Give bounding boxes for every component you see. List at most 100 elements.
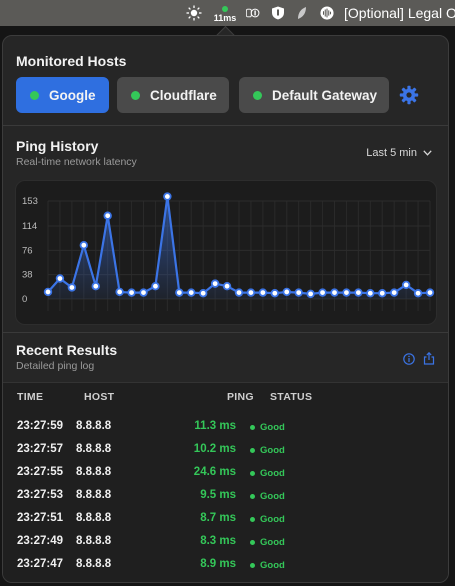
data-point [258, 288, 268, 297]
ping-chart: 153 114 76 38 0 [15, 180, 437, 325]
ping-status-item[interactable]: 11ms [210, 0, 240, 26]
host-button-google[interactable]: Google [16, 77, 109, 113]
time-range-dropdown[interactable]: Last 5 min [366, 147, 432, 159]
y-tick-label: 153 [22, 196, 38, 207]
status-dot [250, 494, 255, 499]
audio-waveform-icon[interactable] [320, 6, 334, 20]
table-row: 23:27:55 8.8.8.8 24.6 ms Good [3, 462, 448, 485]
host-status-dot [253, 90, 262, 100]
status-dot [250, 471, 255, 476]
info-icon[interactable] [403, 352, 415, 365]
column-header-ping: PING [227, 391, 254, 403]
menu-bar: 11ms [Optional] Legal O [0, 0, 455, 26]
sun-icon[interactable] [183, 0, 205, 26]
data-point [330, 288, 339, 297]
row-host: 8.8.8.8 [76, 443, 112, 455]
host-button-label: Cloudflare [150, 87, 217, 103]
status-badge: Good [250, 560, 285, 571]
data-point [425, 288, 435, 297]
recent-results-title: Recent Results [16, 342, 118, 358]
data-point [43, 287, 53, 297]
data-point [306, 289, 315, 299]
column-header-status: STATUS [270, 391, 313, 403]
row-host: 8.8.8.8 [76, 420, 112, 432]
host-status-dot [30, 90, 39, 100]
row-ping: 10.2 ms [193, 443, 236, 455]
status-label: Good [260, 445, 285, 456]
y-tick-label: 0 [22, 294, 27, 305]
row-time: 23:27:47 [17, 558, 64, 570]
popover-panel: Monitored Hosts Google Cloudflare Defaul… [2, 35, 449, 583]
status-dot [250, 540, 255, 545]
data-point [318, 288, 327, 297]
onepassword-icon[interactable] [246, 6, 260, 20]
row-ping: 8.3 ms [200, 535, 236, 547]
shield-icon[interactable] [271, 6, 285, 20]
status-badge: Good [250, 422, 285, 433]
ping-history-subtitle: Real-time network latency [16, 156, 137, 168]
status-label: Good [260, 491, 285, 502]
optional-menu-item[interactable]: [Optional] Legal O [344, 0, 455, 26]
status-dot [250, 448, 255, 453]
section-divider [3, 332, 448, 333]
recent-results-subtitle: Detailed ping log [16, 360, 95, 372]
data-point [103, 211, 112, 220]
table-row: 23:27:57 8.8.8.8 10.2 ms Good [3, 439, 448, 462]
monitored-hosts-title: Monitored Hosts [16, 53, 127, 69]
table-row: 23:27:49 8.8.8.8 8.3 ms Good [3, 531, 448, 554]
row-time: 23:27:59 [17, 420, 64, 432]
data-point [127, 288, 136, 297]
host-button-cloudflare[interactable]: Cloudflare [117, 77, 229, 113]
status-badge: Good [250, 468, 285, 479]
data-point [91, 281, 100, 291]
data-point [163, 192, 172, 201]
row-host: 8.8.8.8 [76, 535, 112, 547]
column-header-host: HOST [84, 391, 115, 403]
table-row: 23:27:51 8.8.8.8 8.7 ms Good [3, 508, 448, 531]
results-table-body: 23:27:59 8.8.8.8 11.3 ms Good 23:27:57 8… [3, 410, 448, 582]
row-ping: 8.7 ms [200, 512, 236, 524]
row-ping: 8.9 ms [200, 558, 236, 570]
data-point [246, 288, 256, 297]
time-range-label: Last 5 min [366, 147, 417, 159]
host-button-label: Google [49, 87, 96, 103]
column-header-time: TIME [17, 391, 44, 403]
y-tick-label: 38 [22, 270, 33, 281]
data-point [413, 289, 423, 298]
share-icon[interactable] [423, 351, 435, 365]
results-table-header: TIME HOST PING STATUS [3, 382, 448, 411]
status-label: Good [260, 537, 285, 548]
status-dot [250, 563, 255, 568]
row-ping: 9.5 ms [200, 489, 236, 501]
data-point [282, 287, 291, 297]
data-point [342, 288, 351, 297]
table-row: 23:27:59 8.8.8.8 11.3 ms Good [3, 416, 448, 439]
gear-icon[interactable] [399, 85, 419, 105]
leaf-icon[interactable] [295, 6, 309, 20]
data-point [234, 288, 244, 297]
chevron-down-icon [423, 150, 432, 156]
status-label: Good [260, 468, 285, 479]
row-host: 8.8.8.8 [76, 512, 112, 524]
data-point [67, 283, 77, 292]
status-label: Good [260, 422, 285, 433]
data-point [187, 288, 196, 297]
status-dot [250, 425, 255, 430]
host-button-label: Default Gateway [272, 87, 378, 103]
data-point [389, 288, 399, 297]
ping-chart-svg: 153 114 76 38 0 [22, 192, 435, 311]
data-point [294, 288, 303, 297]
host-button-default-gateway[interactable]: Default Gateway [239, 77, 389, 113]
table-row: 23:27:47 8.8.8.8 8.9 ms Good [3, 554, 448, 577]
data-point [175, 288, 184, 297]
status-badge: Good [250, 514, 285, 525]
status-label: Good [260, 560, 285, 571]
data-point [401, 280, 411, 290]
status-badge: Good [250, 537, 285, 548]
ping-history-title: Ping History [16, 138, 99, 154]
data-point [210, 279, 220, 288]
ping-status-dot [222, 5, 228, 12]
menubar-icon-group [244, 0, 336, 26]
data-point [55, 274, 65, 283]
data-point [115, 287, 124, 297]
